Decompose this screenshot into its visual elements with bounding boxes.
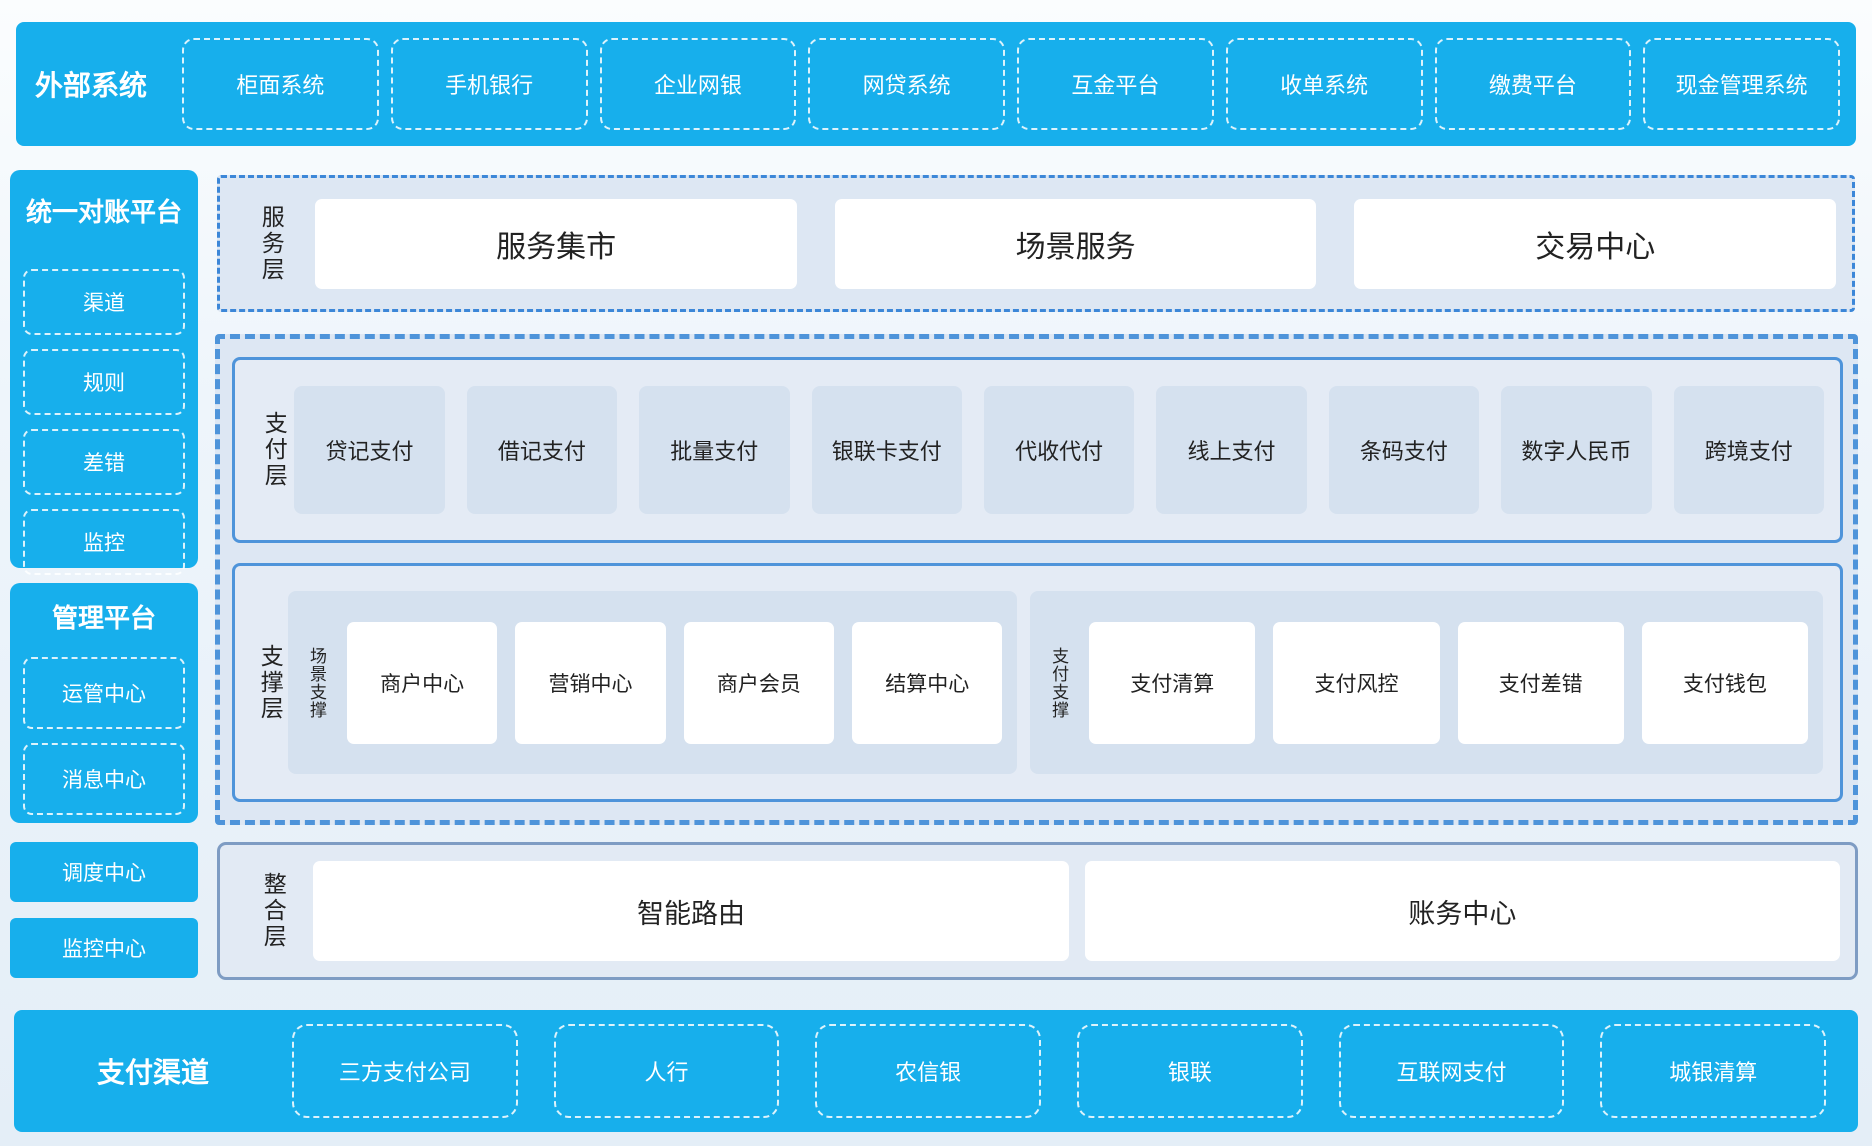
reconciliation-item: 监控 (23, 509, 185, 575)
integration-layer-label: 整合层 (260, 872, 285, 950)
service-layer-label: 服务层 (258, 205, 283, 283)
external-systems-bar: 外部系统 柜面系统 手机银行 企业网银 网贷系统 互金平台 收单系统 缴费平台 … (16, 22, 1856, 146)
integration-layer: 整合层 智能路由 账务中心 (217, 842, 1858, 980)
payment-layer-label: 支付层 (261, 411, 286, 489)
dispatch-center-box: 调度中心 (10, 842, 198, 902)
reconciliation-platform-panel: 统一对账平台 渠道 规则 差错 监控 (10, 170, 198, 568)
external-system-item: 手机银行 (391, 38, 588, 130)
payment-channels-bar: 支付渠道 三方支付公司 人行 农信银 银联 互联网支付 城银清算 (14, 1010, 1858, 1132)
external-system-item: 企业网银 (600, 38, 797, 130)
scene-support-group: 场景支撑 商户中心 营销中心 商户会员 结算中心 (288, 591, 1017, 774)
payment-channel-item: 银联 (1077, 1024, 1303, 1118)
reconciliation-item: 规则 (23, 349, 185, 415)
payment-layer-items: 贷记支付 借记支付 批量支付 银联卡支付 代收代付 线上支付 条码支付 数字人民… (294, 386, 1824, 514)
payment-channel-item: 互联网支付 (1339, 1024, 1565, 1118)
support-layer-groups: 场景支撑 商户中心 营销中心 商户会员 结算中心 支付支撑 支付清算 支付风控 … (288, 591, 1823, 774)
management-item: 消息中心 (23, 743, 185, 815)
payment-channel-item: 农信银 (815, 1024, 1041, 1118)
payment-channel-item: 城银清算 (1600, 1024, 1826, 1118)
external-systems-title: 外部系统 (16, 64, 166, 104)
payment-layer: 支付层 贷记支付 借记支付 批量支付 银联卡支付 代收代付 线上支付 条码支付 … (232, 357, 1843, 543)
integration-layer-items: 智能路由 账务中心 (313, 861, 1840, 961)
payment-item: 借记支付 (467, 386, 617, 514)
payment-support-label: 支付支撑 (1048, 647, 1067, 719)
support-item: 支付钱包 (1642, 622, 1808, 744)
payment-item: 跨境支付 (1674, 386, 1824, 514)
reconciliation-platform-title: 统一对账平台 (10, 170, 198, 229)
scene-support-items: 商户中心 营销中心 商户会员 结算中心 (347, 622, 1002, 744)
payment-item: 银联卡支付 (812, 386, 962, 514)
support-layer-label: 支撑层 (257, 644, 282, 722)
support-layer: 支撑层 场景支撑 商户中心 营销中心 商户会员 结算中心 支付支撑 支付清算 支… (232, 563, 1843, 802)
payment-channels-title: 支付渠道 (14, 1051, 292, 1091)
payment-support-group: 支付支撑 支付清算 支付风控 支付差错 支付钱包 (1030, 591, 1823, 774)
payment-support-items: 支付清算 支付风控 支付差错 支付钱包 (1089, 622, 1808, 744)
payment-item: 线上支付 (1156, 386, 1306, 514)
support-item: 商户会员 (684, 622, 834, 744)
service-item: 交易中心 (1354, 199, 1836, 289)
external-system-item: 收单系统 (1226, 38, 1423, 130)
payment-channel-item: 人行 (554, 1024, 780, 1118)
management-item: 运管中心 (23, 657, 185, 729)
monitor-center-box: 监控中心 (10, 918, 198, 978)
management-items: 运管中心 消息中心 (10, 657, 198, 815)
reconciliation-items: 渠道 规则 差错 监控 (10, 269, 198, 575)
support-item: 结算中心 (852, 622, 1002, 744)
support-item: 商户中心 (347, 622, 497, 744)
payment-item: 贷记支付 (294, 386, 444, 514)
management-platform-panel: 管理平台 运管中心 消息中心 (10, 583, 198, 823)
service-layer-items: 服务集市 场景服务 交易中心 (315, 199, 1836, 289)
external-system-item: 网贷系统 (808, 38, 1005, 130)
integration-item: 智能路由 (313, 861, 1068, 961)
scene-support-label: 场景支撑 (306, 647, 325, 719)
reconciliation-item: 差错 (23, 429, 185, 495)
service-item: 服务集市 (315, 199, 797, 289)
payment-channel-item: 三方支付公司 (292, 1024, 518, 1118)
payment-item: 代收代付 (984, 386, 1134, 514)
service-item: 场景服务 (835, 199, 1317, 289)
payment-item: 数字人民币 (1501, 386, 1651, 514)
payment-item: 批量支付 (639, 386, 789, 514)
support-item: 支付清算 (1089, 622, 1255, 744)
support-item: 支付风控 (1273, 622, 1439, 744)
external-system-item: 现金管理系统 (1643, 38, 1840, 130)
management-platform-title: 管理平台 (10, 583, 198, 635)
payment-item: 条码支付 (1329, 386, 1479, 514)
support-item: 支付差错 (1458, 622, 1624, 744)
integration-item: 账务中心 (1085, 861, 1840, 961)
external-system-item: 互金平台 (1017, 38, 1214, 130)
external-system-item: 柜面系统 (182, 38, 379, 130)
external-systems-list: 柜面系统 手机银行 企业网银 网贷系统 互金平台 收单系统 缴费平台 现金管理系… (166, 38, 1856, 130)
reconciliation-item: 渠道 (23, 269, 185, 335)
service-layer: 服务层 服务集市 场景服务 交易中心 (217, 175, 1855, 312)
external-system-item: 缴费平台 (1435, 38, 1632, 130)
support-item: 营销中心 (515, 622, 665, 744)
payment-channels-list: 三方支付公司 人行 农信银 银联 互联网支付 城银清算 (292, 1024, 1858, 1118)
